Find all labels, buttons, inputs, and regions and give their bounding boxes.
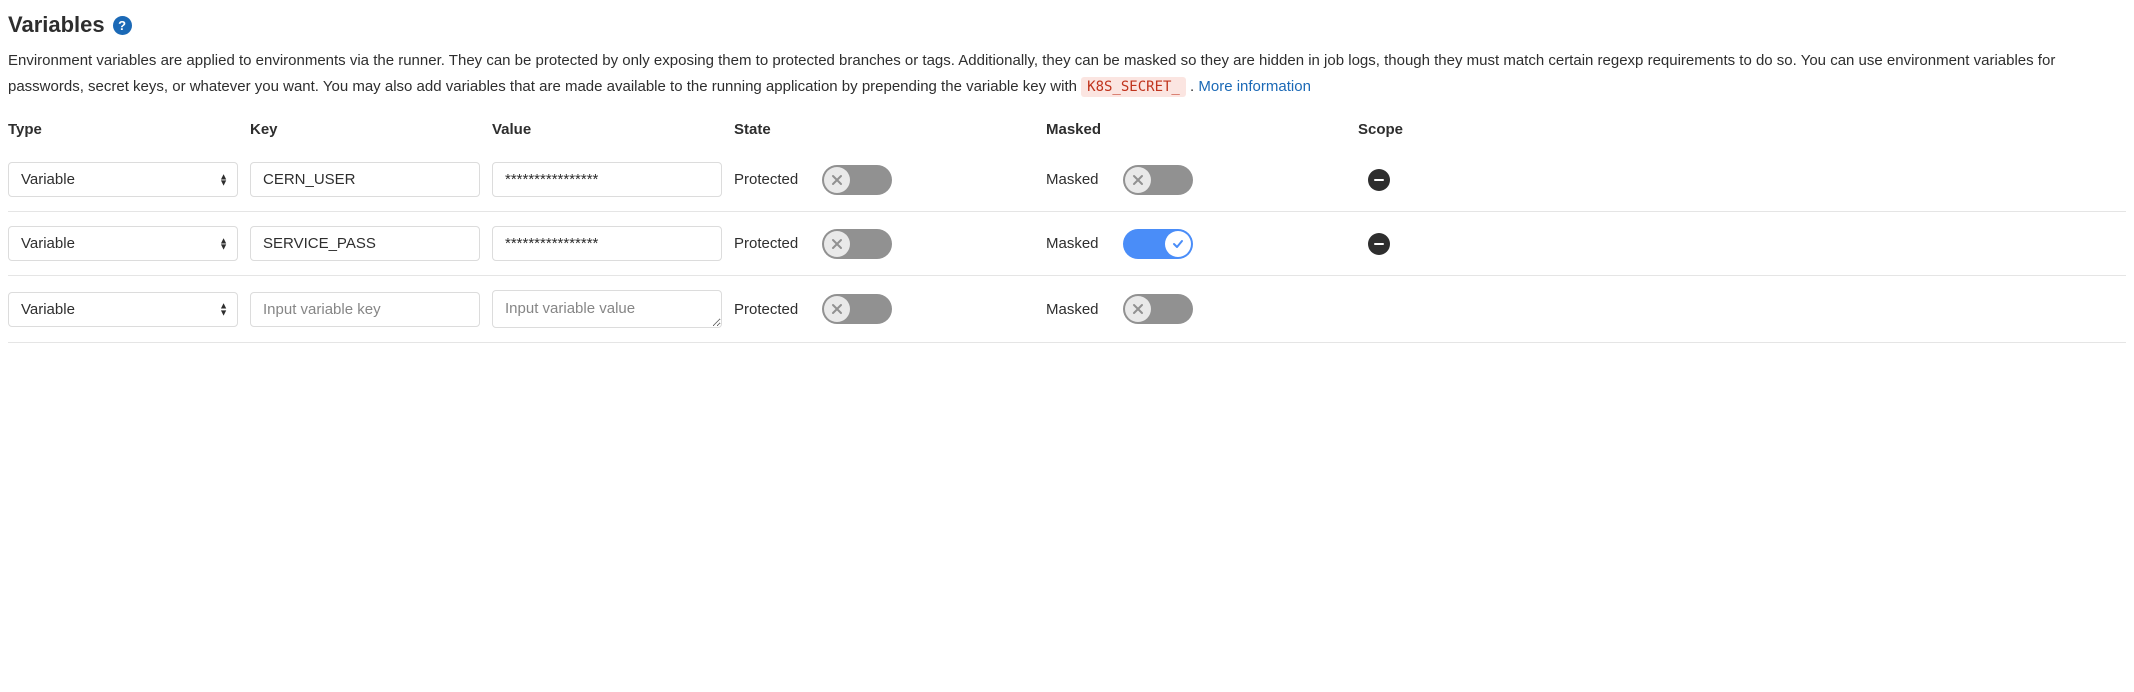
- state-cell: Protected: [734, 165, 1034, 195]
- col-header-type: Type: [8, 121, 238, 138]
- type-select[interactable]: Variable: [8, 292, 238, 327]
- col-header-value: Value: [492, 121, 722, 138]
- x-icon: [1132, 174, 1144, 186]
- col-header-masked: Masked: [1046, 121, 1346, 138]
- remove-button[interactable]: [1368, 169, 1390, 191]
- col-header-scope: Scope: [1358, 121, 1478, 138]
- section-description: Environment variables are applied to env…: [8, 48, 2126, 99]
- x-icon: [1132, 303, 1144, 315]
- masked-cell: Masked: [1046, 294, 1346, 324]
- masked-cell: Masked: [1046, 165, 1346, 195]
- key-input[interactable]: [250, 226, 480, 261]
- table-header: Type Key Value State Masked Scope: [8, 113, 2126, 148]
- variables-table: Type Key Value State Masked Scope Variab…: [8, 113, 2126, 343]
- type-select-wrap: Variable ▲▼: [8, 162, 238, 197]
- key-input[interactable]: [250, 162, 480, 197]
- k8s-secret-code: K8S_SECRET_: [1081, 77, 1186, 97]
- masked-toggle[interactable]: [1123, 294, 1193, 324]
- minus-icon: [1374, 239, 1384, 249]
- table-row: Variable ▲▼ Protected Masked: [8, 212, 2126, 276]
- type-select[interactable]: Variable: [8, 162, 238, 197]
- description-period: .: [1190, 78, 1194, 95]
- protected-toggle[interactable]: [822, 229, 892, 259]
- col-header-key: Key: [250, 121, 480, 138]
- help-icon[interactable]: ?: [113, 16, 132, 35]
- state-label: Protected: [734, 301, 798, 318]
- table-row: Variable ▲▼ Protected Masked: [8, 148, 2126, 212]
- scope-cell: [1358, 298, 1478, 320]
- more-information-link[interactable]: More information: [1198, 78, 1311, 95]
- state-cell: Protected: [734, 229, 1034, 259]
- value-input[interactable]: [492, 290, 722, 328]
- col-header-state: State: [734, 121, 1034, 138]
- state-cell: Protected: [734, 294, 1034, 324]
- x-icon: [831, 238, 843, 250]
- scope-cell: [1358, 233, 1478, 255]
- section-title-text: Variables: [8, 12, 105, 38]
- type-select[interactable]: Variable: [8, 226, 238, 261]
- minus-icon: [1374, 175, 1384, 185]
- value-input[interactable]: [492, 226, 722, 261]
- x-icon: [831, 303, 843, 315]
- masked-toggle[interactable]: [1123, 229, 1193, 259]
- value-input[interactable]: [492, 162, 722, 197]
- type-select-wrap: Variable ▲▼: [8, 226, 238, 261]
- state-label: Protected: [734, 235, 798, 252]
- type-select-wrap: Variable ▲▼: [8, 292, 238, 327]
- table-row: Variable ▲▼ Protected Masked: [8, 276, 2126, 343]
- scope-cell: [1358, 169, 1478, 191]
- masked-cell: Masked: [1046, 229, 1346, 259]
- protected-toggle[interactable]: [822, 165, 892, 195]
- state-label: Protected: [734, 171, 798, 188]
- masked-toggle[interactable]: [1123, 165, 1193, 195]
- section-title: Variables ?: [8, 12, 2126, 38]
- masked-label: Masked: [1046, 235, 1099, 252]
- description-text: Environment variables are applied to env…: [8, 52, 2055, 95]
- masked-label: Masked: [1046, 301, 1099, 318]
- x-icon: [831, 174, 843, 186]
- masked-label: Masked: [1046, 171, 1099, 188]
- protected-toggle[interactable]: [822, 294, 892, 324]
- key-input[interactable]: [250, 292, 480, 327]
- remove-button[interactable]: [1368, 233, 1390, 255]
- check-icon: [1172, 238, 1184, 250]
